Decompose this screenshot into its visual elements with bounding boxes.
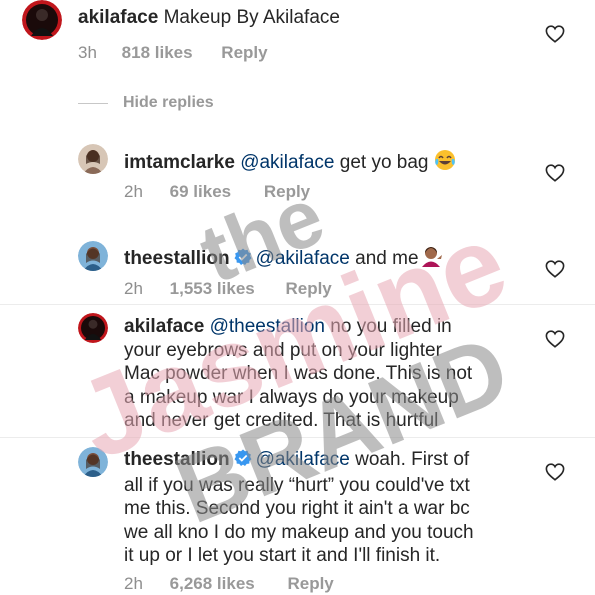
avatar-theestallion[interactable]	[78, 241, 108, 271]
comment-likes[interactable]: 6,268 likes	[170, 574, 255, 594]
comment-body: imtamclarke @akilaface get yo bag	[124, 149, 544, 178]
comment-mention[interactable]: @akilaface	[240, 152, 334, 173]
comment-text: and me	[355, 248, 419, 269]
avatar-imtamclarke[interactable]	[78, 144, 108, 174]
comment-body: theestallion @akilaface and me	[124, 245, 564, 274]
heart-icon[interactable]	[545, 25, 565, 43]
avatar-imtamclarke-image	[78, 144, 108, 174]
comment-likes[interactable]: 69 likes	[170, 182, 231, 202]
comment-likes[interactable]: 1,553 likes	[170, 279, 255, 299]
comment-text-line: Mac powder when I was done. This is not	[124, 363, 473, 384]
verified-badge-icon	[234, 449, 252, 474]
comment-body: theestallion @akilaface woah. First of al…	[124, 448, 564, 568]
heart-icon[interactable]	[545, 260, 565, 278]
heart-icon[interactable]	[545, 330, 565, 348]
tears-of-joy-emoji-icon	[434, 149, 456, 178]
comment-text-line: all if you was really “hurt” you could'v…	[124, 474, 470, 496]
section-divider	[0, 304, 595, 305]
hide-replies-label: Hide replies	[123, 94, 214, 111]
comment-mention[interactable]: @akilaface	[256, 449, 350, 470]
reply-button[interactable]: Reply	[285, 279, 331, 299]
comment-username[interactable]: theestallion	[124, 248, 230, 269]
comment-text-line: your eyebrows and put on your lighter	[124, 339, 442, 361]
section-divider	[0, 437, 595, 438]
comment-username[interactable]: akilaface	[124, 316, 204, 337]
comment-time: 2h	[124, 574, 143, 593]
comment-likes[interactable]: 818 likes	[122, 43, 193, 63]
comment-text: Makeup By Akilaface	[163, 7, 340, 28]
avatar-theestallion-image	[78, 241, 108, 271]
avatar-theestallion-image	[78, 447, 108, 477]
avatar-akilaface[interactable]	[78, 313, 108, 343]
comment-text: get yo bag	[339, 152, 429, 173]
comment-text-line: woah. First of	[355, 449, 470, 470]
heart-icon[interactable]	[545, 463, 565, 481]
comment-text-line: we all kno I do my makeup and you touch	[124, 521, 474, 543]
comment-text-line: me this. Second you right it ain't a war…	[124, 498, 470, 519]
comment-mention[interactable]: @theestallion	[210, 316, 325, 337]
avatar-akilaface[interactable]	[22, 0, 62, 40]
comment-text-line: a makeup war I always do your makeup	[124, 386, 459, 408]
comment-time: 2h	[124, 279, 143, 298]
comment-username[interactable]: theestallion	[124, 449, 230, 470]
comment-line-1: akilaface @theestallion no you filled in	[124, 315, 544, 339]
hide-replies-button[interactable]: Hide replies	[78, 94, 214, 112]
comment-meta: 3h 818 likes Reply	[78, 43, 268, 63]
reply-button[interactable]: Reply	[264, 182, 310, 202]
avatar-akilaface-image	[22, 0, 62, 40]
avatar-theestallion[interactable]	[78, 447, 108, 477]
comment-mention[interactable]: @akilaface	[256, 248, 350, 269]
person-tipping-hand-emoji-icon	[419, 245, 443, 274]
comment-username[interactable]: imtamclarke	[124, 152, 235, 173]
comment-meta: 2h 6,268 likes Reply	[124, 574, 334, 594]
comment-time: 3h	[78, 43, 97, 62]
heart-icon[interactable]	[545, 164, 565, 182]
comment-meta: 2h 1,553 likes Reply	[124, 279, 332, 299]
comment-username[interactable]: akilaface	[78, 7, 158, 28]
comment-line-1: theestallion @akilaface woah. First of	[124, 448, 564, 474]
comment-text-line: and never get credited. That is hurtful	[124, 410, 439, 431]
comment-text-line: no you filled in	[330, 316, 452, 337]
comment-time: 2h	[124, 182, 143, 201]
reply-button[interactable]: Reply	[221, 43, 267, 63]
avatar-akilaface-image	[78, 313, 108, 343]
comment-text-line: it up or I let you start it and I'll fin…	[124, 545, 441, 566]
hide-replies-line	[78, 102, 108, 104]
comment-body: akilaface @theestallion no you filled in…	[124, 315, 544, 433]
verified-badge-icon	[234, 248, 252, 273]
comment-body: akilaface Makeup By Akilaface	[78, 6, 558, 30]
comment-meta: 2h 69 likes Reply	[124, 182, 310, 202]
reply-button[interactable]: Reply	[287, 574, 333, 594]
